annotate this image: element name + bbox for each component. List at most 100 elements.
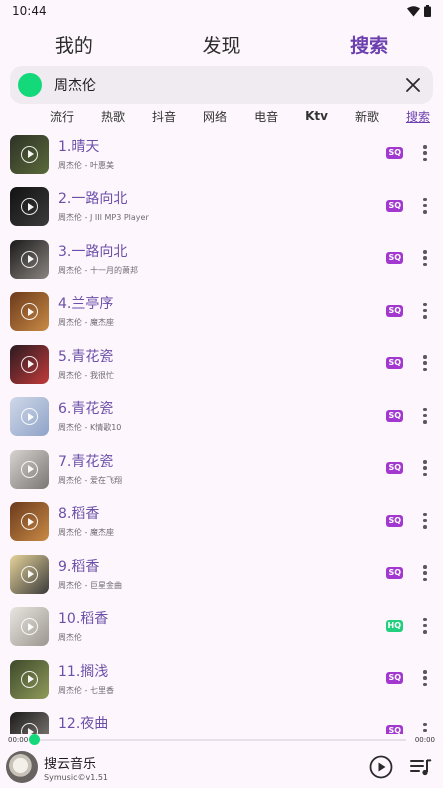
more-options-icon[interactable]	[423, 355, 427, 371]
song-info: 9.稻香 周杰伦 - 巨星金曲	[58, 558, 443, 591]
song-row[interactable]: 2.一路向北 周杰伦 - J III MP3 Player SQ	[0, 181, 443, 234]
album-cover[interactable]	[10, 502, 49, 542]
song-row[interactable]: 6.青花瓷 周杰伦 - K情歌10 SQ	[0, 391, 443, 444]
song-title: 4.兰亭序	[58, 296, 114, 313]
song-info: 11.搁浅 周杰伦 - 七里香	[58, 663, 443, 696]
play-circle-icon[interactable]	[21, 250, 38, 268]
play-button[interactable]	[368, 754, 394, 780]
search-source-icon[interactable]	[18, 73, 42, 97]
song-info: 3.一路向北周杰伦 - 十一月的萧邦	[58, 243, 443, 276]
more-options-icon[interactable]	[423, 670, 427, 686]
song-title: 8.稻香	[58, 506, 100, 523]
song-title: 3.一路向北	[58, 243, 128, 260]
player-cover[interactable]	[6, 751, 38, 783]
song-subtitle: 周杰伦 - 爱在飞翔	[58, 475, 122, 485]
quality-badge: HQ	[385, 619, 403, 632]
song-row[interactable]: 3.一路向北 周杰伦 - 十一月的萧邦 SQ	[0, 233, 443, 286]
album-cover[interactable]	[10, 239, 49, 279]
category-hot[interactable]: 热歌	[101, 108, 125, 125]
more-options-icon[interactable]	[423, 407, 427, 424]
top-nav: 我的 发现 搜索	[0, 26, 443, 62]
song-info: 5.青花瓷周杰伦 - 我很忙	[58, 348, 443, 381]
progress-track[interactable]	[34, 739, 406, 741]
category-ktv[interactable]: Ktv	[305, 109, 328, 123]
song-row[interactable]: 4.兰亭序 周杰伦 - 魔杰座 SQ	[0, 286, 443, 339]
song-info: 8.稻香 周杰伦 - 魔杰座	[58, 505, 443, 538]
play-circle-icon[interactable]	[21, 670, 38, 688]
album-cover[interactable]	[10, 344, 49, 384]
quality-badge: SQ	[386, 357, 403, 369]
search-input[interactable]	[54, 77, 401, 93]
album-cover[interactable]	[10, 554, 49, 594]
song-subtitle: 周杰伦 - 叶惠美	[58, 160, 114, 170]
song-title: 12.夜曲	[58, 716, 109, 733]
song-row[interactable]: 7.青花瓷 周杰伦 - 爱在飞翔 SQ	[0, 443, 443, 496]
progress-thumb[interactable]	[29, 734, 40, 745]
more-options-icon[interactable]	[423, 565, 427, 581]
song-row[interactable]: 1.晴天周杰伦 - 叶惠美 SQ	[0, 128, 443, 181]
song-subtitle: 周杰伦 - K情歌10	[58, 423, 122, 433]
album-cover[interactable]	[10, 134, 49, 174]
more-options-icon[interactable]	[423, 512, 427, 529]
play-circle-icon[interactable]	[21, 513, 38, 531]
category-pop[interactable]: 流行	[50, 108, 74, 125]
play-circle-icon[interactable]	[21, 565, 38, 583]
quality-badge: SQ	[386, 409, 403, 422]
quality-badge: SQ	[386, 147, 403, 159]
song-row[interactable]: 11.搁浅 周杰伦 - 七里香 SQ	[0, 653, 443, 706]
play-icon	[369, 755, 393, 779]
play-circle-icon[interactable]	[21, 145, 38, 163]
album-cover[interactable]	[10, 607, 49, 647]
play-circle-icon[interactable]	[21, 198, 38, 216]
song-row[interactable]: 8.稻香 周杰伦 - 魔杰座 SQ	[0, 496, 443, 549]
play-circle-icon[interactable]	[21, 355, 38, 373]
song-subtitle: 周杰伦	[58, 633, 82, 643]
category-douyin[interactable]: 抖音	[152, 108, 176, 125]
category-search[interactable]: 搜索	[406, 108, 430, 125]
play-circle-icon[interactable]	[21, 723, 38, 734]
song-info: 7.青花瓷周杰伦 - 爱在飞翔	[58, 453, 443, 486]
tab-search[interactable]: 搜索	[340, 31, 398, 58]
tab-mine[interactable]: 我的	[45, 31, 103, 58]
song-title: 1.晴天	[58, 138, 100, 155]
song-row[interactable]: 9.稻香 周杰伦 - 巨星金曲 SQ	[0, 548, 443, 601]
album-cover[interactable]	[10, 449, 49, 489]
song-row[interactable]: 12.夜曲周杰伦 - 十一月的萧邦SQ	[0, 706, 443, 735]
song-title: 7.青花瓷	[58, 453, 114, 470]
album-cover[interactable]	[10, 187, 49, 227]
more-options-icon[interactable]	[423, 197, 427, 214]
album-cover[interactable]	[10, 712, 49, 734]
play-circle-icon[interactable]	[21, 618, 38, 636]
album-cover[interactable]	[10, 292, 49, 332]
mini-player[interactable]: 搜云音乐 Symusic©v1.51	[0, 746, 443, 788]
more-options-icon[interactable]	[423, 460, 427, 476]
quality-badge: SQ	[386, 514, 403, 527]
quality-badge: SQ	[386, 567, 403, 579]
play-circle-icon[interactable]	[21, 408, 38, 426]
song-list: 1.晴天周杰伦 - 叶惠美 SQ 2.一路向北 周杰伦 - J III MP3 Pla…	[0, 128, 443, 734]
category-new[interactable]: 新歌	[355, 108, 379, 125]
song-row[interactable]: 5.青花瓷 周杰伦 - 我很忙 SQ	[0, 338, 443, 391]
song-subtitle: 周杰伦 - 十一月的萧邦	[58, 265, 138, 275]
song-row[interactable]: 10.稻香 周杰伦 HQ	[0, 601, 443, 654]
more-options-icon[interactable]	[423, 617, 427, 634]
quality-badge: SQ	[386, 252, 403, 264]
more-options-icon[interactable]	[423, 145, 427, 161]
close-icon[interactable]	[401, 73, 425, 97]
album-cover[interactable]	[10, 397, 49, 437]
tab-discover[interactable]: 发现	[192, 31, 250, 58]
album-cover[interactable]	[10, 659, 49, 699]
song-title: 5.青花瓷	[58, 348, 114, 365]
play-circle-icon[interactable]	[21, 303, 38, 321]
play-circle-icon[interactable]	[21, 460, 38, 478]
more-options-icon[interactable]	[423, 722, 427, 735]
more-options-icon[interactable]	[423, 250, 427, 266]
song-info: 2.一路向北 周杰伦 - J III MP3 Player	[58, 190, 443, 223]
song-title: 9.稻香	[58, 558, 100, 575]
category-internet[interactable]: 网络	[203, 108, 227, 125]
playlist-button[interactable]	[408, 754, 434, 780]
more-options-icon[interactable]	[423, 302, 427, 319]
category-edm[interactable]: 电音	[254, 108, 278, 125]
song-subtitle: 周杰伦 - 我很忙	[58, 370, 114, 380]
song-subtitle: 周杰伦 - 魔杰座	[58, 318, 114, 328]
